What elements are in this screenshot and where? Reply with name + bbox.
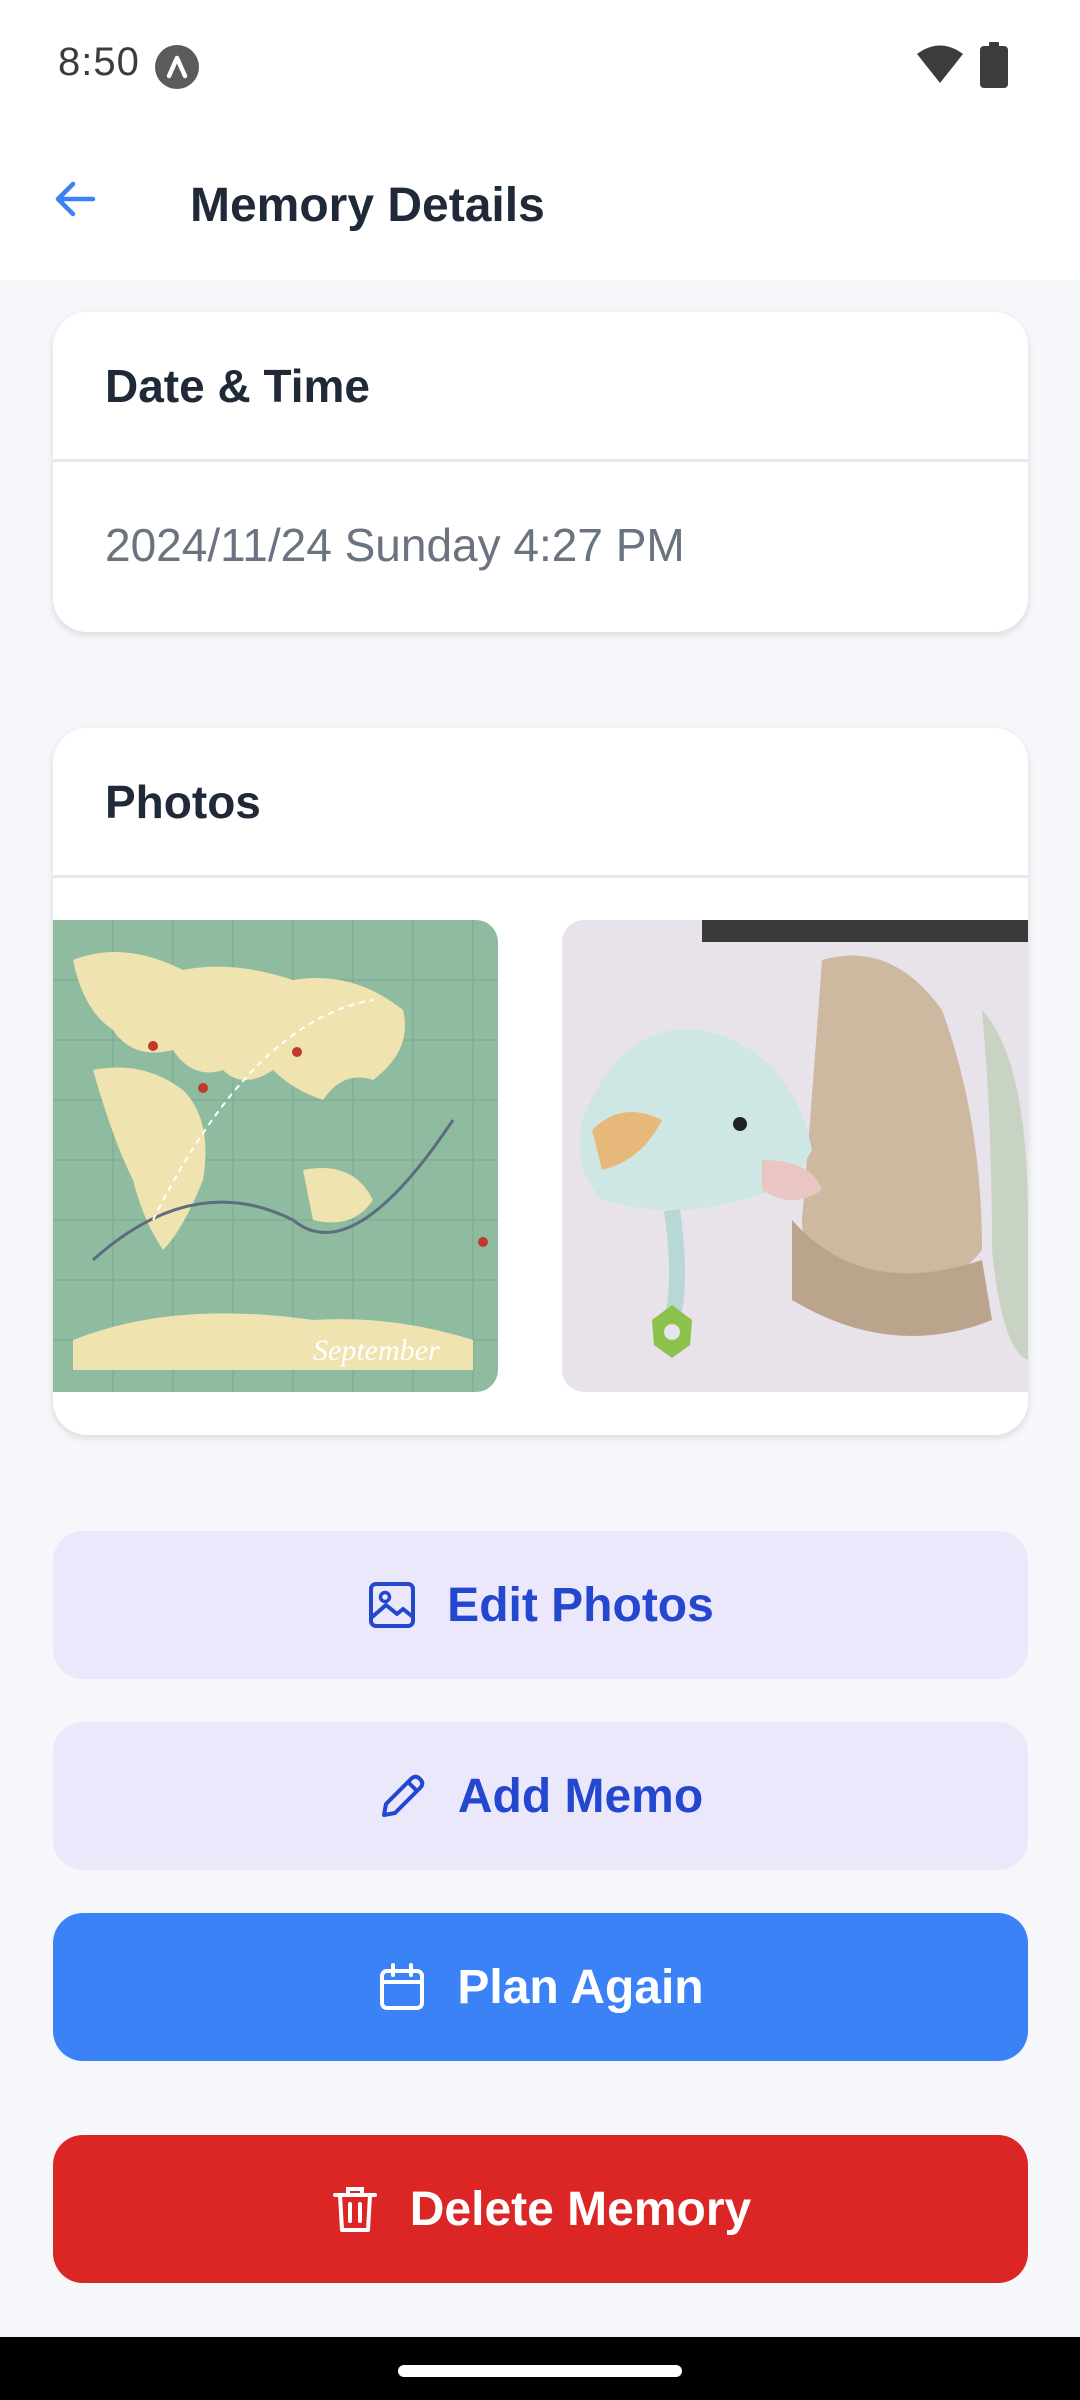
delete-memory-label: Delete Memory — [409, 2182, 752, 2236]
status-bar: 8:50 — [0, 0, 1080, 132]
plan-again-label: Plan Again — [457, 1960, 704, 2014]
photo-caption: September — [313, 1334, 440, 1367]
date-time-value: 2024/11/24 Sunday 4:27 PM — [105, 519, 685, 571]
delete-memory-button[interactable]: Delete Memory — [53, 2135, 1028, 2283]
system-nav-bar — [0, 2337, 1080, 2400]
wifi-icon — [915, 45, 965, 90]
photos-card: Photos September — [53, 728, 1028, 1435]
trash-icon — [330, 2184, 380, 2234]
arrow-left-icon — [51, 175, 99, 228]
plush-dolphin-and-hats-photo[interactable] — [562, 920, 1028, 1392]
pencil-icon — [378, 1771, 428, 1821]
app-notification-icon — [155, 45, 199, 89]
date-time-card: Date & Time 2024/11/24 Sunday 4:27 PM — [53, 312, 1028, 632]
status-time: 8:50 — [58, 40, 140, 84]
page-title: Memory Details — [190, 179, 545, 232]
photos-carousel[interactable]: September — [53, 878, 1028, 1415]
world-map-calendar-photo[interactable]: September — [53, 920, 498, 1392]
image-icon — [367, 1580, 417, 1630]
back-button[interactable] — [40, 166, 110, 236]
edit-photos-label: Edit Photos — [447, 1578, 714, 1632]
edit-photos-button[interactable]: Edit Photos — [53, 1531, 1028, 1679]
plan-again-button[interactable]: Plan Again — [53, 1913, 1028, 2061]
date-time-header: Date & Time — [53, 312, 1028, 462]
add-memo-label: Add Memo — [457, 1769, 704, 1823]
photos-header: Photos — [53, 728, 1028, 878]
calendar-icon — [377, 1962, 427, 2012]
app-bar: Memory Details — [0, 132, 1080, 280]
home-gesture-handle[interactable] — [398, 2365, 682, 2377]
add-memo-button[interactable]: Add Memo — [53, 1722, 1028, 1870]
battery-icon — [980, 42, 1008, 93]
